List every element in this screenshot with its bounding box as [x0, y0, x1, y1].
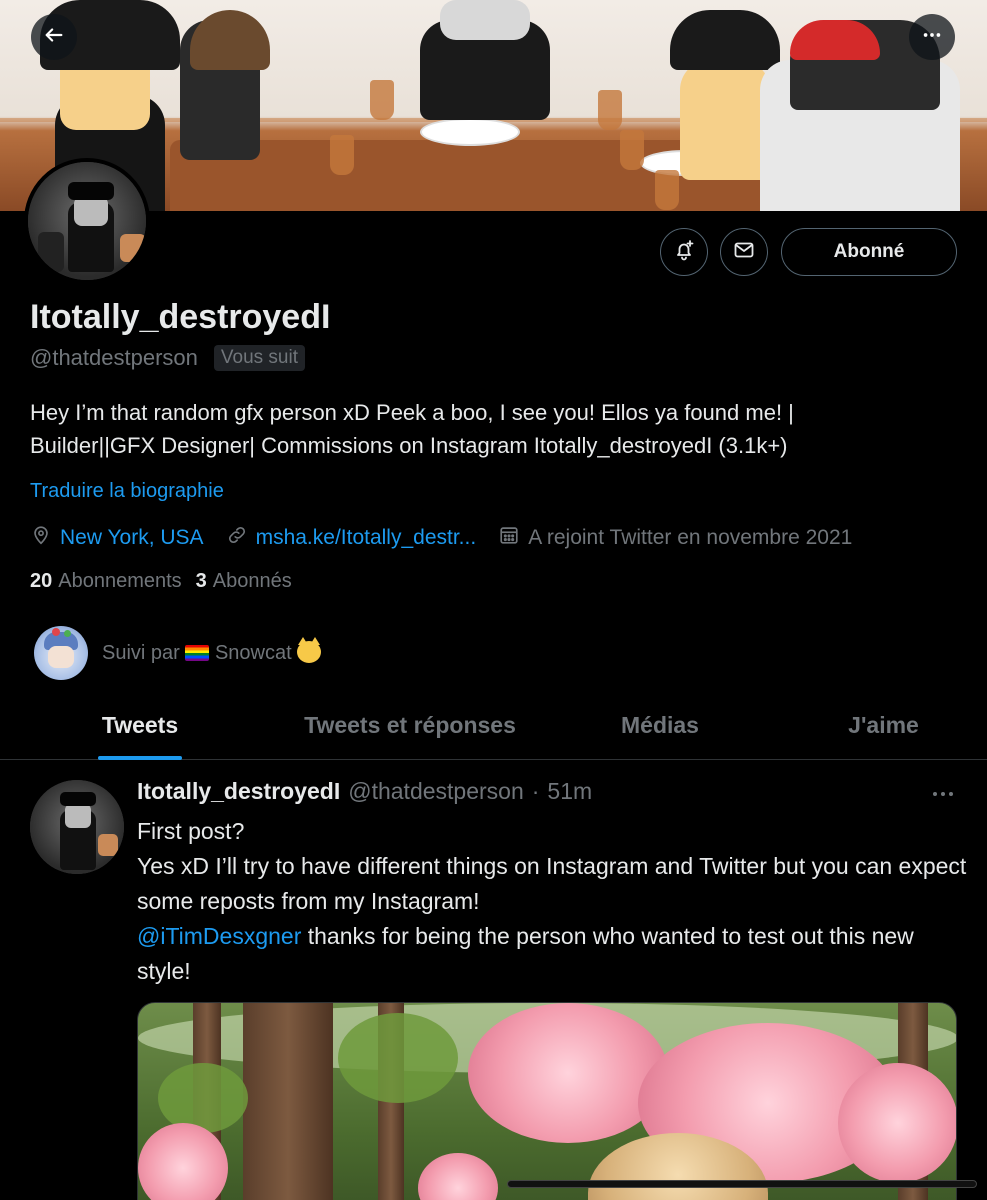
ellipsis-icon [921, 24, 943, 51]
media-tree-trunk [243, 1003, 333, 1200]
tweet-author-handle[interactable]: @thatdestperson [348, 778, 524, 805]
tab-media[interactable]: Médias [540, 690, 780, 760]
tweet-line: @iTimDesxgner thanks for being the perso… [137, 919, 967, 989]
join-date: A rejoint Twitter en novembre 2021 [498, 524, 852, 552]
tweet-mention[interactable]: @iTimDesxgner [137, 923, 301, 949]
follower-avatar-detail [52, 628, 60, 636]
follow-counts: 20 Abonnements 3 Abonnés [30, 570, 292, 593]
banner-character-hair [190, 10, 270, 70]
banner-plate [420, 118, 520, 146]
tab-tweets[interactable]: Tweets [0, 690, 280, 760]
profile-tabs: Tweets Tweets et réponses Médias J'aime [0, 690, 987, 760]
followed-by-text: Suivi par Snowcat [102, 637, 322, 665]
banner-glass [598, 90, 622, 130]
translate-bio-link[interactable]: Traduire la biographie [30, 480, 224, 503]
banner-glass [330, 135, 354, 175]
profile-banner[interactable] [0, 0, 987, 211]
followed-by-name: Snowcat [214, 642, 292, 664]
rainbow-flag-icon [185, 645, 210, 661]
location-pin-icon [30, 524, 60, 552]
link-icon [226, 524, 256, 552]
avatar-figure [98, 834, 118, 856]
media-blossom [838, 1063, 956, 1183]
banner-character-hat [790, 20, 880, 60]
followers-count-link[interactable]: 3 Abonnés [196, 570, 292, 593]
tweet-media-image[interactable] [137, 1002, 957, 1200]
website: msha.ke/Itotally_destr... [226, 524, 477, 552]
ellipsis-icon [928, 792, 958, 810]
message-button[interactable] [720, 228, 768, 276]
following-count: 20 [30, 570, 53, 592]
cat-face-icon [297, 637, 322, 663]
bio-line: Hey I’m that random gfx person xD Peek a… [30, 400, 794, 425]
tweet-line: Yes xD I’ll try to have different things… [137, 853, 967, 914]
tab-label: J'aime [848, 711, 919, 738]
display-name: Itotally_destroyedI [30, 298, 331, 336]
media-foliage [338, 1013, 458, 1103]
tweet-separator: · [531, 778, 540, 804]
home-indicator[interactable] [507, 1180, 977, 1188]
back-button[interactable] [31, 14, 77, 60]
tweet-time[interactable]: 51m [547, 778, 592, 805]
follower-avatar-detail [64, 630, 71, 637]
banner-glass [370, 80, 394, 120]
avatar-hat [60, 792, 96, 806]
media-foliage [158, 1063, 248, 1133]
tweet-more-button[interactable] [928, 782, 958, 806]
banner-glass [655, 170, 679, 210]
tab-likes[interactable]: J'aime [780, 690, 987, 760]
tab-label: Tweets [101, 711, 179, 738]
avatar-face [74, 196, 108, 226]
calendar-icon [498, 524, 528, 552]
followed-by[interactable]: Suivi par Snowcat [34, 626, 322, 680]
following-count-link[interactable]: 20 Abonnements [30, 570, 182, 593]
followers-label: Abonnés [212, 570, 292, 592]
tab-tweets-and-replies[interactable]: Tweets et réponses [280, 690, 540, 760]
location-text[interactable]: New York, USA [60, 526, 204, 550]
followers-count: 3 [195, 570, 207, 592]
join-date-text: A rejoint Twitter en novembre 2021 [528, 526, 853, 549]
handle-row: @thatdestperson Vous suit [30, 345, 305, 371]
following-button[interactable]: Abonné [781, 228, 957, 276]
profile-avatar[interactable] [24, 158, 150, 284]
avatar-figure [38, 232, 64, 272]
avatar-face [65, 804, 91, 828]
tweet-line: First post? [137, 818, 245, 844]
notifications-button[interactable] [660, 228, 708, 276]
tweet-avatar[interactable] [30, 780, 124, 874]
media-blossom [418, 1153, 498, 1200]
website-link[interactable]: msha.ke/Itotally_destr... [256, 526, 477, 550]
avatar-hat [68, 182, 114, 200]
banner-glass [620, 130, 644, 170]
tab-label: Tweets et réponses [304, 711, 516, 738]
profile-meta: New York, USA msha.ke/Itotally_destr... … [30, 524, 874, 552]
banner-character-hair [670, 10, 780, 70]
tweet-header: Itotally_destroyedI @thatdestperson · 51… [137, 778, 592, 805]
location: New York, USA [30, 524, 204, 552]
arrow-left-icon [43, 24, 65, 51]
tweet-author-name[interactable]: Itotally_destroyedI [137, 778, 340, 805]
following-label: Abonnements [58, 570, 182, 592]
tweet-text: First post? Yes xD I’ll try to have diff… [137, 814, 967, 989]
media-blossom [468, 1003, 668, 1143]
bell-plus-icon [672, 238, 696, 267]
active-tab-indicator [98, 756, 182, 760]
handle: @thatdestperson [30, 345, 198, 370]
more-options-button[interactable] [909, 14, 955, 60]
follower-avatar-face [48, 646, 74, 668]
bio-line: Builder||GFX Designer| Commissions on In… [30, 433, 788, 458]
follows-you-badge: Vous suit [213, 345, 305, 371]
avatar-figure [120, 234, 146, 262]
followed-by-prefix: Suivi par [102, 642, 180, 664]
banner-character [680, 60, 770, 180]
banner-character-head [440, 0, 530, 40]
bio: Hey I’m that random gfx person xD Peek a… [30, 396, 960, 462]
follower-avatar [34, 626, 88, 680]
tab-label: Médias [621, 711, 699, 738]
envelope-icon [732, 238, 756, 267]
